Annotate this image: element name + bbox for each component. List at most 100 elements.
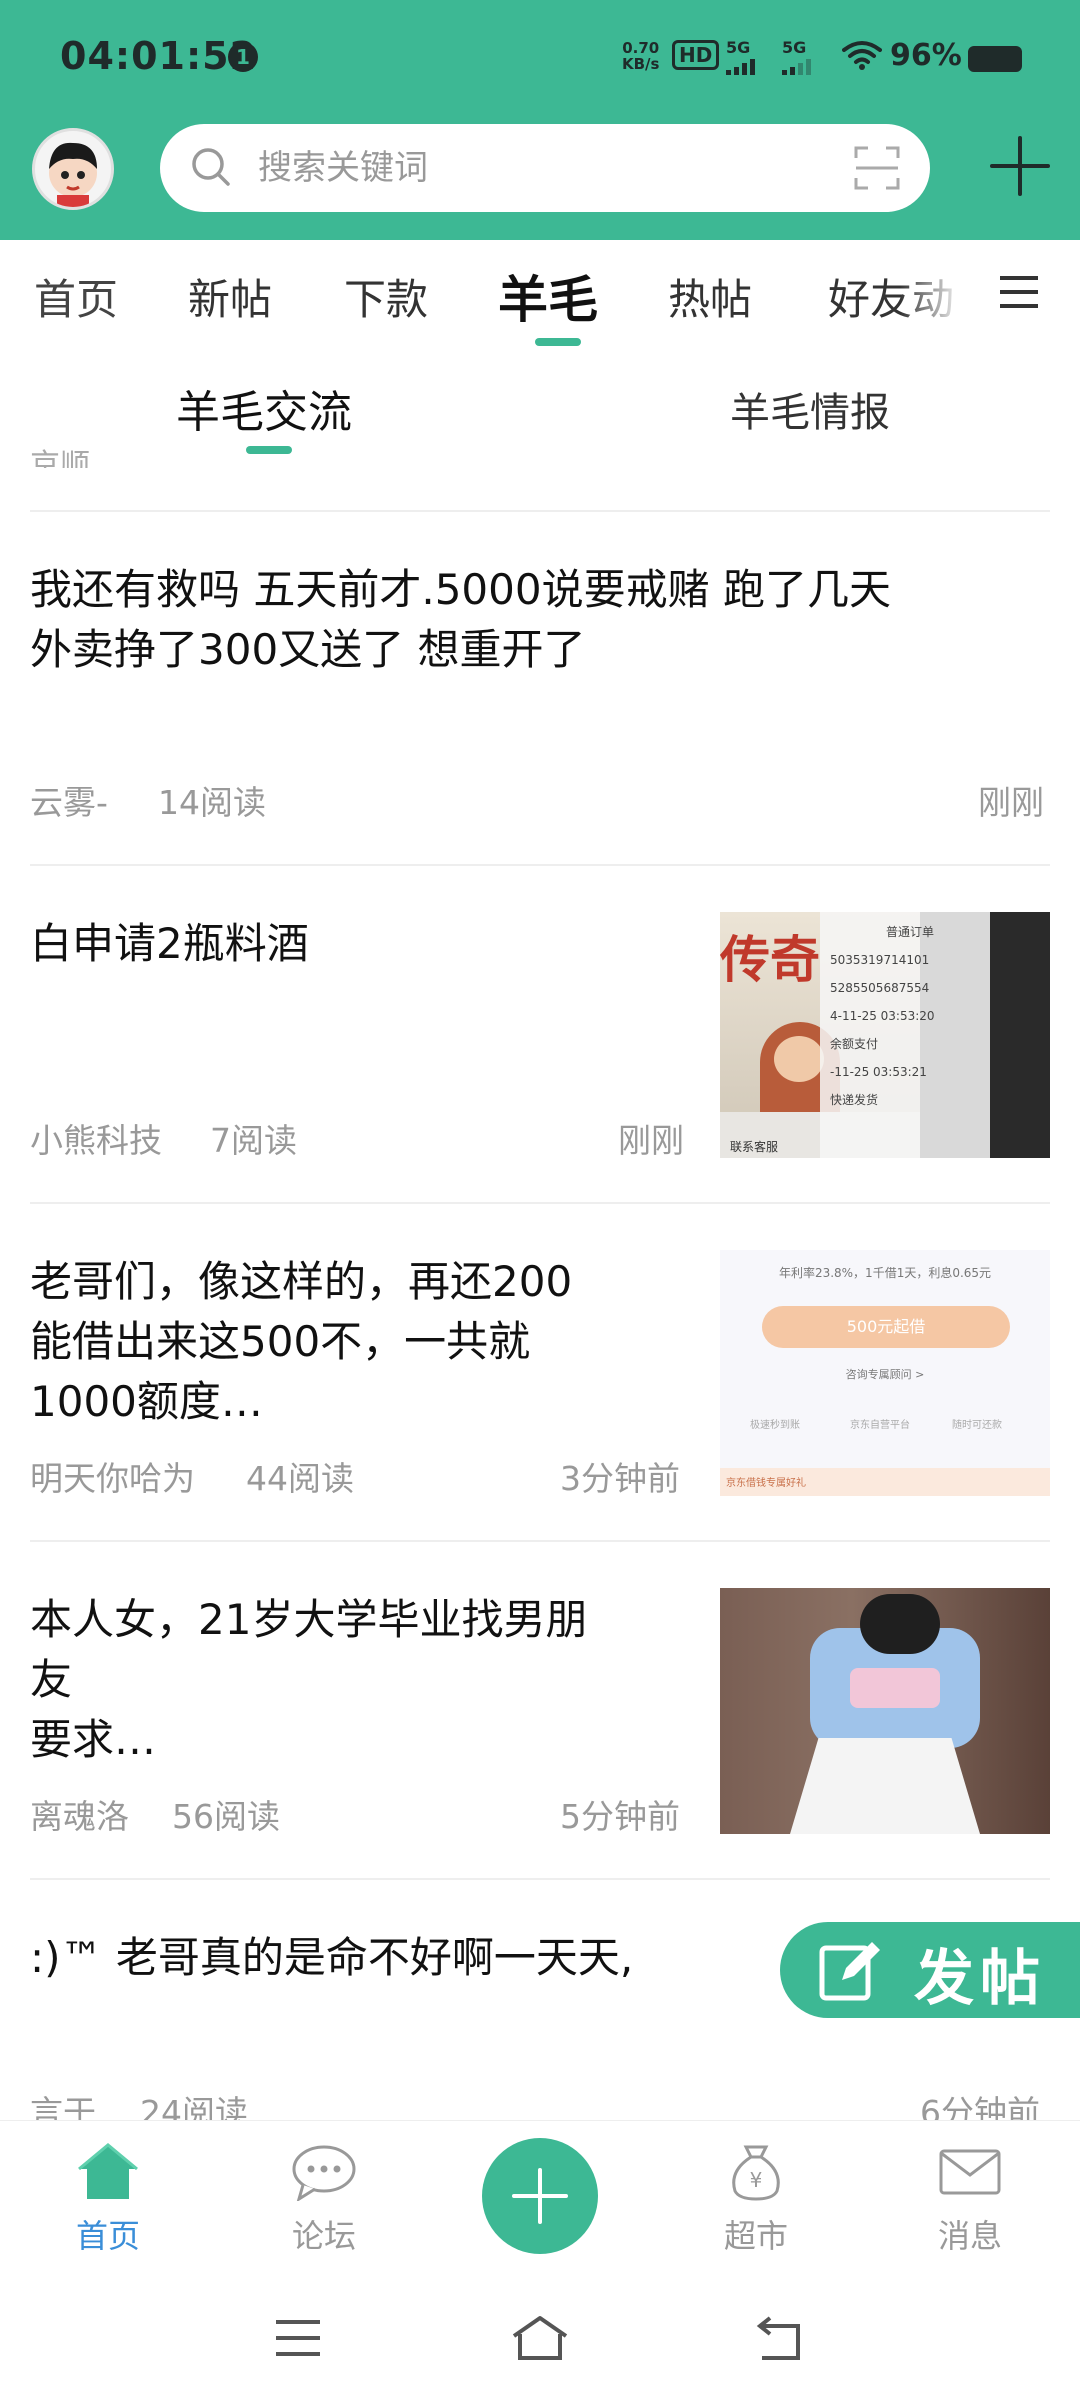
plus-icon xyxy=(512,2168,568,2224)
photo-top xyxy=(850,1668,940,1708)
post-time: 刚刚 xyxy=(978,783,1044,822)
back-icon[interactable] xyxy=(754,2314,804,2362)
loan-consult-text: 咨询专属顾问 > xyxy=(845,1368,925,1381)
post-author: 小熊科技 xyxy=(30,1121,162,1160)
post-title-line: 能借出来这500不，一共就 xyxy=(30,1317,531,1366)
post-title-line: 老哥们，像这样的，再还200 xyxy=(30,1257,573,1306)
receipt-overlay: 普通订单 5035319714101 5285505687554 4-11-25… xyxy=(820,912,990,1158)
loan-rate-text: 年利率23.8%，1千借1天，利息0.65元 xyxy=(778,1266,992,1280)
receipt-title: 普通订单 xyxy=(885,925,934,939)
post-thumbnail[interactable]: 年利率23.8%，1千借1天，利息0.65元 500元起借 咨询专属顾问 > 极… xyxy=(720,1250,1050,1496)
battery-percent: 96% xyxy=(890,38,962,73)
system-navigation-bar xyxy=(0,2270,1080,2400)
nav-forum-label: 论坛 xyxy=(291,2217,356,2255)
recents-menu-icon[interactable] xyxy=(274,2318,322,2358)
post-title: 我还有救吗 五天前才.5000说要戒赌 跑了几天 外卖挣了300又送了 想重开了 xyxy=(30,560,891,680)
subtab-deal-news[interactable]: 羊毛情报 xyxy=(730,380,890,438)
create-post-button[interactable]: 发帖 xyxy=(780,1922,1080,2018)
nav-forum[interactable]: 论坛 xyxy=(254,2141,394,2257)
loan-promo-text: 京东借钱专属好礼 xyxy=(726,1478,806,1489)
post-time: 3分钟前 xyxy=(560,1459,680,1498)
post-thumbnail[interactable] xyxy=(720,1588,1050,1834)
tab-deals[interactable]: 羊毛 xyxy=(498,260,598,332)
post-title-line: 我还有救吗 五天前才.5000说要戒赌 跑了几天 xyxy=(30,565,891,614)
subtab-deal-chat[interactable]: 羊毛交流 xyxy=(176,376,352,440)
post-title-line: 要求… xyxy=(30,1715,157,1764)
money-bag-icon: ¥ xyxy=(732,2145,780,2201)
sub-tabs: 羊毛交流 羊毛情报 xyxy=(0,350,1080,460)
loan-button-image: 500元起借 xyxy=(762,1306,1010,1348)
photo-hair xyxy=(860,1594,940,1654)
previous-post-author: 京顺 xyxy=(30,448,90,468)
chat-icon xyxy=(292,2145,356,2203)
post-reads: 7阅读 xyxy=(210,1121,297,1160)
receipt-line: 余额支付 xyxy=(830,1037,879,1051)
search-placeholder: 搜索关键词 xyxy=(258,148,428,188)
loan-promo-bar: 京东借钱专属好礼 xyxy=(720,1468,1050,1496)
tabs-fade-overlay xyxy=(900,250,990,340)
nav-market-label: 超市 xyxy=(723,2217,788,2255)
post-title-line: 友 xyxy=(30,1655,73,1704)
post-time: 刚刚 xyxy=(618,1121,684,1160)
network-speed: 0.70 KB/s xyxy=(622,40,659,72)
nav-messages-label: 消息 xyxy=(937,2217,1002,2255)
post-time: 5分钟前 xyxy=(560,1797,680,1836)
post-author: 云雾- xyxy=(30,783,108,822)
nav-home[interactable]: 首页 xyxy=(38,2141,178,2257)
post-author: 明天你哈为 xyxy=(30,1459,195,1498)
poster-footer: 联系客服 xyxy=(730,1140,779,1154)
subtab-active-indicator xyxy=(246,446,292,454)
post-reads: 14阅读 xyxy=(158,783,266,822)
post-thumbnail[interactable]: 传奇 普通订单 5035319714101 5285505687554 4-11… xyxy=(720,912,1050,1158)
tab-active-indicator xyxy=(535,338,581,346)
wifi-icon xyxy=(842,41,882,70)
nav-home-label: 首页 xyxy=(75,2217,140,2255)
post-title: 本人女，21岁大学毕业找男朋 友 要求… xyxy=(30,1590,587,1770)
notification-badge: 1 xyxy=(228,42,258,72)
post-title-line: 外卖挣了300又送了 想重开了 xyxy=(30,625,586,674)
poster-face xyxy=(774,1036,824,1082)
loan-feature: 随时可还款 xyxy=(952,1420,1002,1431)
signal-sim1-icon: 5G xyxy=(726,38,755,75)
scan-icon[interactable] xyxy=(854,146,900,190)
search-bar[interactable]: 搜索关键词 xyxy=(160,124,930,212)
add-icon[interactable] xyxy=(988,134,1052,198)
svg-text:¥: ¥ xyxy=(750,2168,763,2192)
feed-divider xyxy=(30,1202,1050,1204)
feed-divider xyxy=(30,864,1050,866)
receipt-line: 5285505687554 xyxy=(830,981,930,995)
user-avatar[interactable] xyxy=(32,128,114,210)
publish-button[interactable] xyxy=(482,2138,598,2254)
search-icon xyxy=(192,148,230,186)
post-title: 老哥们，像这样的，再还200 能借出来这500不，一共就 1000额度… xyxy=(30,1252,572,1432)
nav-messages[interactable]: 消息 xyxy=(900,2141,1040,2257)
tab-home[interactable]: 首页 xyxy=(34,266,118,327)
post-title-line: 本人女，21岁大学毕业找男朋 xyxy=(30,1595,588,1644)
nav-market[interactable]: ¥ 超市 xyxy=(686,2141,826,2257)
menu-icon[interactable] xyxy=(998,274,1040,310)
system-home-icon[interactable] xyxy=(510,2314,570,2362)
receipt-line: -11-25 03:53:21 xyxy=(830,1065,927,1079)
status-bar: 04:01:52 1 0.70 KB/s HD 5G 5G 96% xyxy=(0,0,1080,118)
mail-icon xyxy=(939,2149,1001,2195)
feed-divider xyxy=(30,510,1050,512)
post-title: 白申请2瓶料酒 xyxy=(30,919,309,968)
tab-new-posts[interactable]: 新帖 xyxy=(188,266,272,327)
signal-sim2-icon: 5G xyxy=(782,38,811,75)
poster-title: 传奇 xyxy=(720,930,820,989)
edit-icon xyxy=(819,1942,880,2001)
tab-loans[interactable]: 下款 xyxy=(344,266,428,327)
post-title: :)™ 老哥真的是命不好啊一天天, xyxy=(30,1933,634,1982)
battery-icon xyxy=(968,46,1022,72)
post-reads: 44阅读 xyxy=(246,1459,354,1498)
photo-skirt xyxy=(790,1738,980,1834)
app-header: 04:01:52 1 0.70 KB/s HD 5G 5G 96% 搜索关键词 xyxy=(0,0,1080,240)
create-post-label: 发帖 xyxy=(914,1944,1046,2014)
loan-feature: 京东自营平台 xyxy=(850,1420,910,1431)
receipt-line: 5035319714101 xyxy=(830,953,930,967)
feed-divider xyxy=(30,1540,1050,1542)
tab-hot-posts[interactable]: 热帖 xyxy=(668,266,752,327)
sim1-label: 5G xyxy=(726,38,751,57)
loan-feature: 极速秒到账 xyxy=(750,1420,800,1431)
receipt-line: 4-11-25 03:53:20 xyxy=(830,1009,935,1023)
